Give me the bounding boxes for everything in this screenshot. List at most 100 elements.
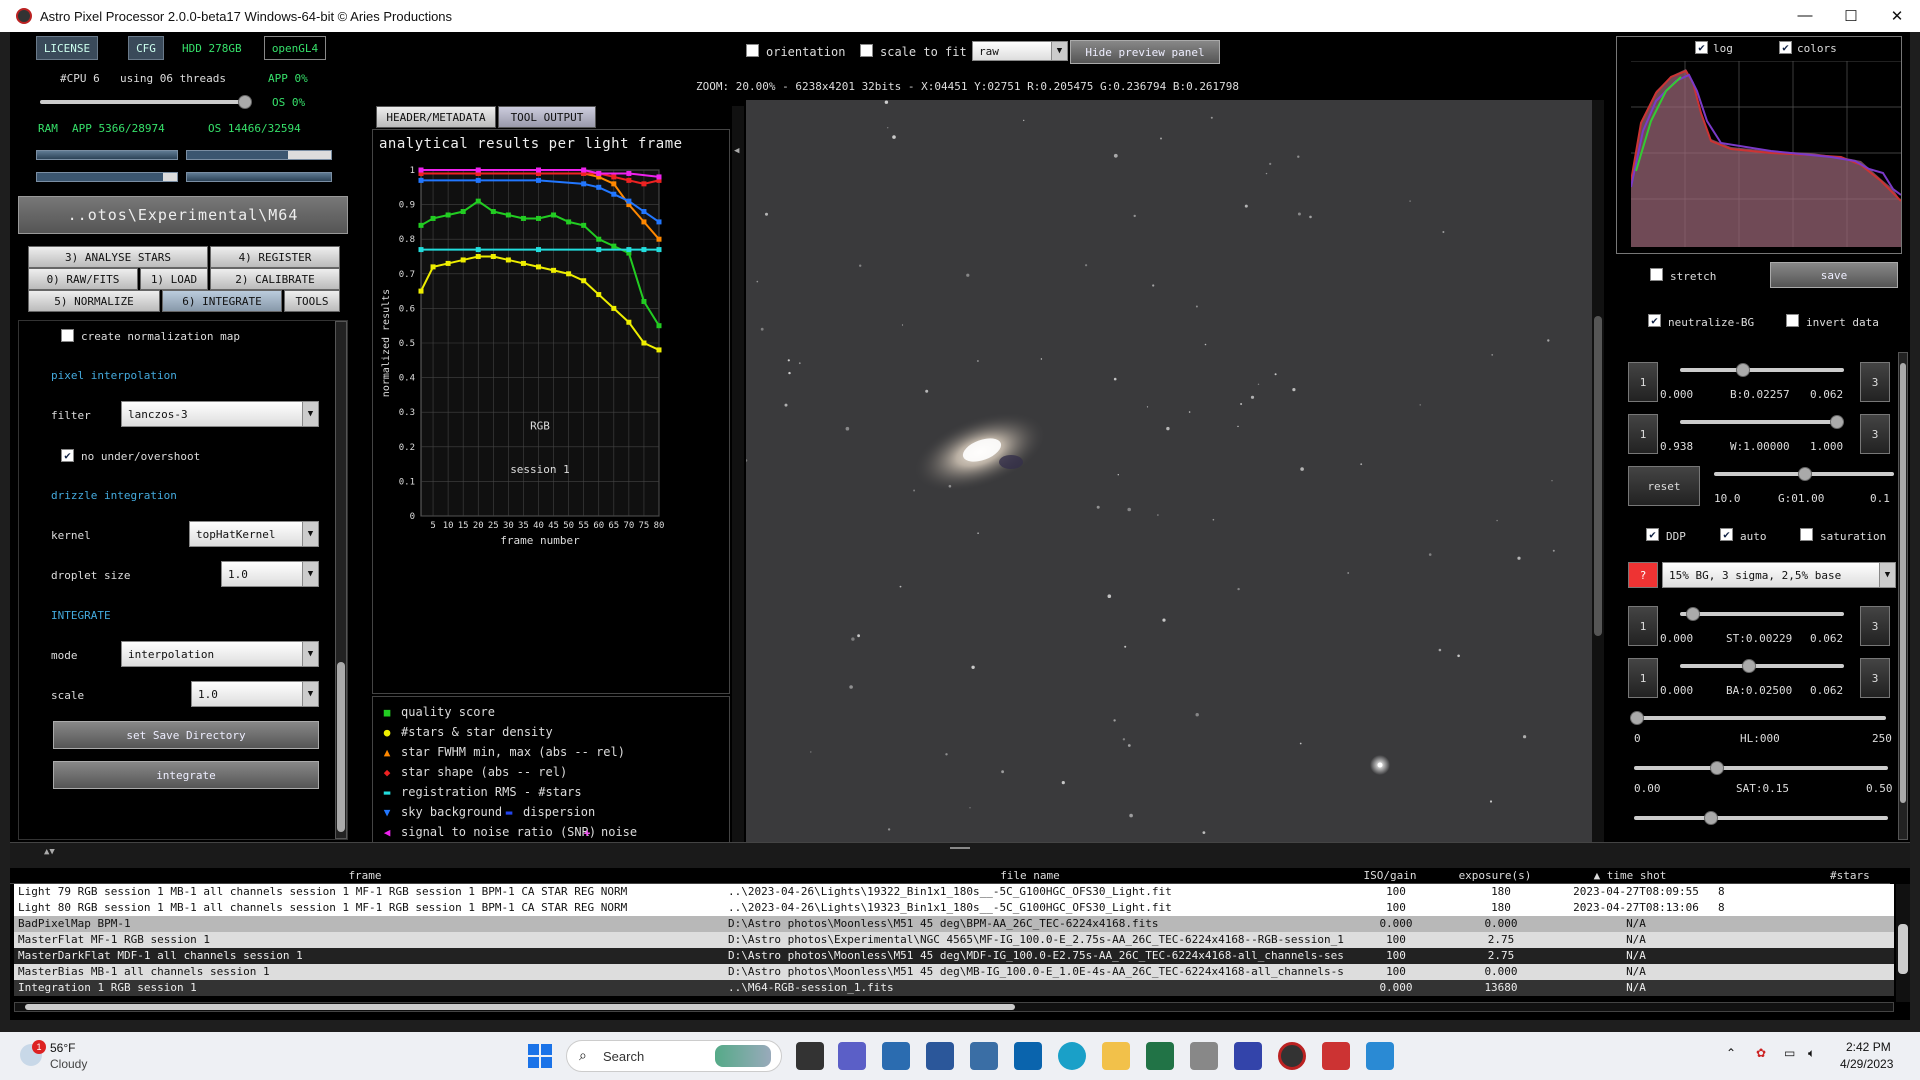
orientation-checkbox[interactable] xyxy=(746,44,759,57)
remote-desktop-icon[interactable] xyxy=(882,1042,910,1070)
kernel-select[interactable]: topHatKernel ▼ xyxy=(189,521,319,547)
column-header-time-shot[interactable]: ▲ time shot xyxy=(1550,868,1710,884)
table-row[interactable]: MasterDarkFlat MDF-1 all channels sessio… xyxy=(14,948,1894,964)
image-preview[interactable] xyxy=(746,100,1604,856)
volume-icon[interactable]: 🔈︎ xyxy=(1808,1046,1815,1061)
table-row[interactable]: MasterFlat MF-1 RGB session 1 D:\Astro ph… xyxy=(14,932,1894,948)
w-slider[interactable] xyxy=(1680,415,1844,429)
threads-slider[interactable] xyxy=(40,95,252,109)
w-increase-button[interactable]: 3 xyxy=(1860,414,1890,454)
image-vertical-scrollbar[interactable] xyxy=(1592,100,1604,844)
b-decrease-button[interactable]: 1 xyxy=(1628,362,1658,402)
filter-select[interactable]: lanczos-3 ▼ xyxy=(121,401,319,427)
tab-normalize[interactable]: 5) NORMALIZE xyxy=(28,290,160,312)
saturation-checkbox[interactable] xyxy=(1800,528,1813,541)
right-panel-scrollbar[interactable] xyxy=(1898,352,1908,840)
splitter[interactable]: ◀ xyxy=(732,106,744,872)
network-icon[interactable]: ▭ xyxy=(1784,1046,1795,1060)
tab-analyse-stars[interactable]: 3) ANALYSE STARS xyxy=(28,246,208,268)
colors-checkbox[interactable]: ✔ xyxy=(1779,41,1792,54)
column-header-stars[interactable]: #stars xyxy=(1710,868,1890,884)
table-vertical-scrollbar[interactable] xyxy=(1896,884,1910,1002)
options-scrollbar[interactable] xyxy=(335,321,347,839)
clock-time[interactable]: 2:42 PM xyxy=(1846,1040,1891,1054)
teams-icon[interactable] xyxy=(838,1042,866,1070)
resize-handle-icon[interactable] xyxy=(950,847,970,849)
collapse-arrow-icon[interactable]: ◀ xyxy=(734,146,739,156)
search-box[interactable]: ⌕ Search xyxy=(566,1040,782,1072)
scale-select[interactable]: 1.0 ▼ xyxy=(191,681,319,707)
maximize-button[interactable]: ☐ xyxy=(1828,7,1874,25)
close-button[interactable]: ✕ xyxy=(1874,7,1920,25)
calculator-icon[interactable] xyxy=(1190,1042,1218,1070)
ddp-checkbox[interactable]: ✔ xyxy=(1646,528,1659,541)
working-directory-button[interactable]: ..otos\Experimental\M64 xyxy=(18,196,348,234)
astro-pixel-processor-icon[interactable] xyxy=(1278,1042,1306,1070)
task-view-icon[interactable] xyxy=(796,1042,824,1070)
tab-tools[interactable]: TOOLS xyxy=(284,290,340,312)
st-increase-button[interactable]: 3 xyxy=(1860,606,1890,646)
tab-raw-fits[interactable]: 0) RAW/FITS xyxy=(28,268,138,290)
log-checkbox[interactable]: ✔ xyxy=(1695,41,1708,54)
invert-data-checkbox[interactable] xyxy=(1786,314,1799,327)
mail-icon[interactable] xyxy=(1014,1042,1042,1070)
table-row[interactable]: BadPixelMap BPM-1 D:\Astro photos\Moonles… xyxy=(14,916,1894,932)
sort-arrows-icon[interactable]: ▲▼ xyxy=(44,847,55,857)
b-increase-button[interactable]: 3 xyxy=(1860,362,1890,402)
column-header-frame[interactable]: frame xyxy=(10,868,720,884)
mode-select[interactable]: interpolation ▼ xyxy=(121,641,319,667)
panel-divider[interactable]: ▲▼ xyxy=(10,842,1910,868)
edge-icon[interactable] xyxy=(1058,1042,1086,1070)
column-header-iso[interactable]: ISO/gain xyxy=(1340,868,1440,884)
neutralize-bg-checkbox[interactable]: ✔ xyxy=(1648,314,1661,327)
tab-register[interactable]: 4) REGISTER xyxy=(210,246,340,268)
table-row[interactable]: Light 80 RGB session 1 MB-1 all channels… xyxy=(14,900,1894,916)
tab-header-metadata[interactable]: HEADER/METADATA xyxy=(376,106,496,128)
stretch-checkbox[interactable] xyxy=(1650,268,1663,281)
column-header-file-name[interactable]: file name xyxy=(720,868,1340,884)
opengl-button[interactable]: openGL4 xyxy=(264,36,326,60)
minimize-button[interactable]: — xyxy=(1782,7,1828,25)
table-row[interactable]: Light 79 RGB session 1 MB-1 all channels… xyxy=(14,884,1894,900)
sat-slider[interactable] xyxy=(1634,761,1888,775)
table-row[interactable]: MasterBias MB-1 all channels session 1 D:… xyxy=(14,964,1894,980)
ba-increase-button[interactable]: 3 xyxy=(1860,658,1890,698)
tray-chevron-icon[interactable]: ⌃ xyxy=(1726,1046,1736,1060)
start-button[interactable] xyxy=(528,1044,552,1068)
cfg-button[interactable]: CFG xyxy=(128,36,164,60)
stretch-preset-select[interactable]: 15% BG, 3 sigma, 2,5% base ▼ xyxy=(1662,562,1896,588)
tab-load[interactable]: 1) LOAD xyxy=(140,268,208,290)
st-slider[interactable] xyxy=(1680,607,1844,621)
app-icon-red[interactable] xyxy=(1322,1042,1350,1070)
tab-tool-output[interactable]: TOOL OUTPUT xyxy=(498,106,596,128)
hide-preview-panel-button[interactable]: Hide preview panel xyxy=(1070,40,1220,64)
hl-slider[interactable] xyxy=(1630,711,1886,725)
w-decrease-button[interactable]: 1 xyxy=(1628,414,1658,454)
ba-slider[interactable] xyxy=(1680,659,1844,673)
g-slider[interactable] xyxy=(1714,467,1894,481)
ba-decrease-button[interactable]: 1 xyxy=(1628,658,1658,698)
extra-slider[interactable] xyxy=(1634,811,1888,825)
b-slider[interactable] xyxy=(1680,363,1844,377)
integrate-button[interactable]: integrate xyxy=(53,761,319,789)
license-button[interactable]: LICENSE xyxy=(36,36,98,60)
st-decrease-button[interactable]: 1 xyxy=(1628,606,1658,646)
table-row[interactable]: Integration 1 RGB session 1 ..\M64-RGB-se… xyxy=(14,980,1894,996)
word-icon[interactable] xyxy=(926,1042,954,1070)
excel-icon[interactable] xyxy=(1146,1042,1174,1070)
column-header-exposure[interactable]: exposure(s) xyxy=(1440,868,1550,884)
set-save-directory-button[interactable]: set Save Directory xyxy=(53,721,319,749)
tab-calibrate[interactable]: 2) CALIBRATE xyxy=(210,268,340,290)
create-normalization-map-checkbox[interactable] xyxy=(61,329,74,342)
preview-mode-select[interactable]: raw ▼ xyxy=(972,41,1068,61)
store-icon[interactable] xyxy=(970,1042,998,1070)
tray-app-icon[interactable]: ✿ xyxy=(1756,1046,1766,1060)
table-horizontal-scrollbar[interactable] xyxy=(14,1002,1894,1012)
file-explorer-icon[interactable] xyxy=(1102,1042,1130,1070)
app-icon-snip[interactable] xyxy=(1366,1042,1394,1070)
no-overshoot-checkbox[interactable]: ✔ xyxy=(61,449,74,462)
auto-checkbox[interactable]: ✔ xyxy=(1720,528,1733,541)
scale-to-fit-checkbox[interactable] xyxy=(860,44,873,57)
tab-integrate[interactable]: 6) INTEGRATE xyxy=(162,290,282,312)
app-icon-blue[interactable] xyxy=(1234,1042,1262,1070)
